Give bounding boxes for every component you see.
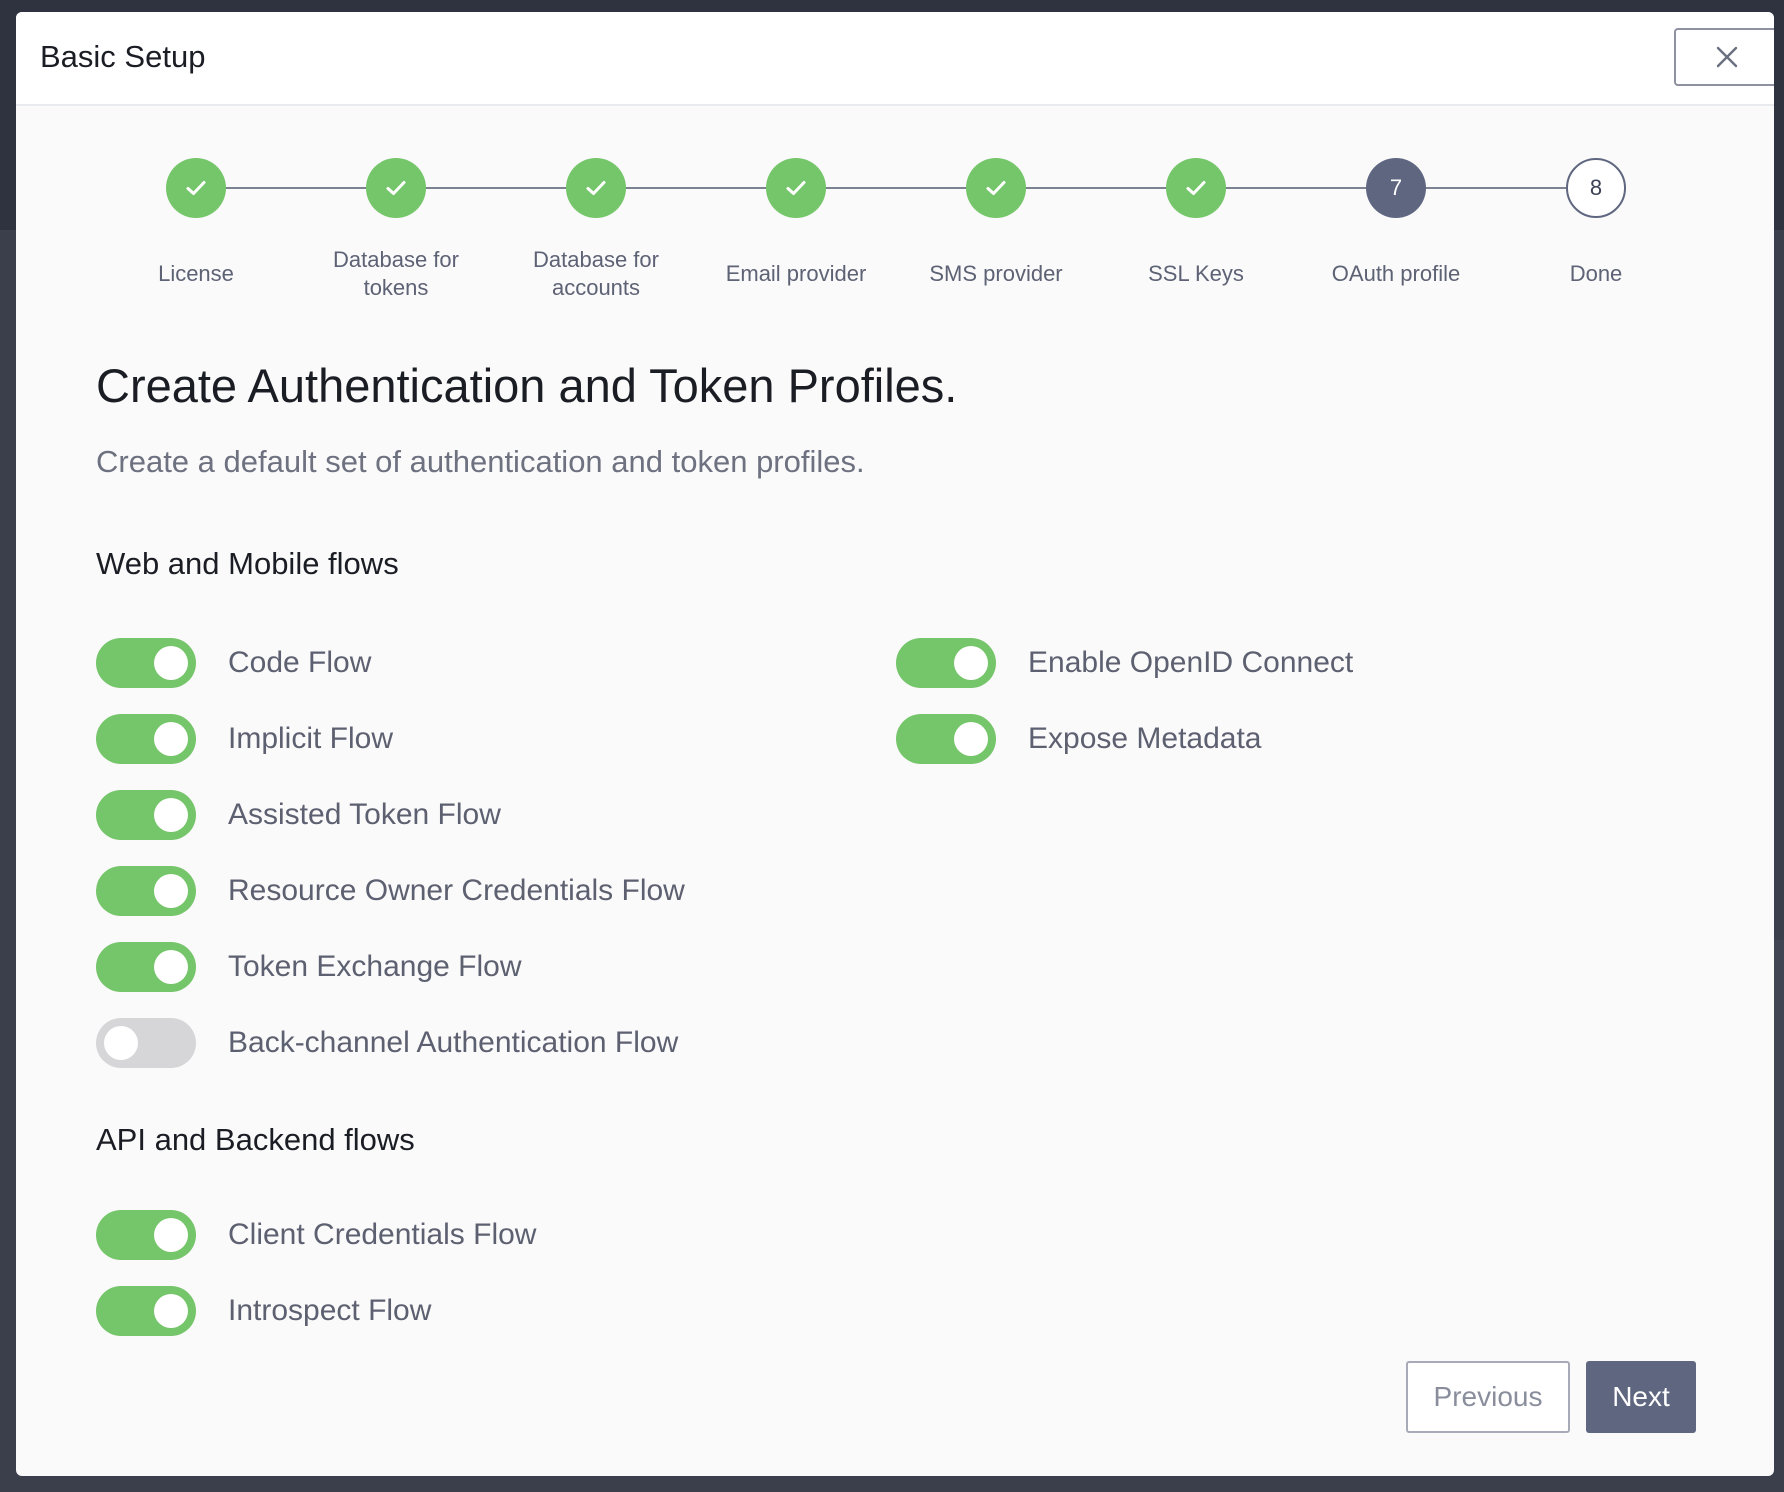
step-indicator <box>966 158 1026 218</box>
toggle-knob <box>154 798 188 832</box>
section-title-web-mobile: Web and Mobile flows <box>96 546 399 581</box>
toggle-row: Enable OpenID Connect <box>896 637 1353 689</box>
page-subtitle: Create a default set of authentication a… <box>96 444 865 479</box>
toggle-label: Implicit Flow <box>228 722 394 755</box>
toggle-switch[interactable] <box>96 866 196 916</box>
toggle-knob <box>954 722 988 756</box>
toggle-switch[interactable] <box>96 1018 196 1068</box>
toggle-switch[interactable] <box>96 1286 196 1336</box>
step-number: 7 <box>1389 175 1403 200</box>
step-item: SSL Keys <box>1096 106 1296 302</box>
step-indicator <box>566 158 626 218</box>
step-item: Email provider <box>696 106 896 302</box>
toggle-label: Assisted Token Flow <box>228 798 501 831</box>
check-icon <box>1186 181 1206 195</box>
toggle-label: Back-channel Authentication Flow <box>228 1026 679 1059</box>
step-label: Database for tokens <box>333 247 459 300</box>
toggle-knob <box>154 950 188 984</box>
toggle-switch[interactable] <box>96 638 196 688</box>
toggle-switch[interactable] <box>896 638 996 688</box>
previous-button[interactable]: Previous <box>1406 1361 1570 1433</box>
step-label: OAuth profile <box>1331 261 1461 286</box>
step-label: License <box>158 261 234 286</box>
toggle-knob <box>154 1218 188 1252</box>
step-indicator: 8 <box>1566 158 1626 218</box>
dialog-title: Basic Setup <box>40 39 206 74</box>
next-button[interactable]: Next <box>1586 1361 1696 1433</box>
toggle-knob <box>154 646 188 680</box>
toggle-switch[interactable] <box>896 714 996 764</box>
toggle-knob <box>154 722 188 756</box>
step-item: Database for tokens <box>296 106 496 302</box>
step-indicator <box>766 158 826 218</box>
check-icon <box>586 181 606 195</box>
toggle-row: Token Exchange Flow <box>96 941 522 993</box>
close-icon <box>1716 46 1738 68</box>
toggle-switch[interactable] <box>96 942 196 992</box>
page-title: Create Authentication and Token Profiles… <box>96 359 958 412</box>
step-label: Email provider <box>725 261 867 286</box>
step-indicator <box>366 158 426 218</box>
check-icon <box>386 181 406 195</box>
toggle-row: Expose Metadata <box>896 713 1261 765</box>
step-indicator <box>166 158 226 218</box>
toggle-switch[interactable] <box>96 714 196 764</box>
check-icon <box>986 181 1006 195</box>
step-item: 8 Done <box>1496 106 1696 302</box>
check-icon <box>186 181 206 195</box>
step-label: Done <box>1569 261 1623 286</box>
toggle-label: Expose Metadata <box>1028 722 1262 755</box>
toggle-row: Assisted Token Flow <box>96 789 501 841</box>
toggle-knob <box>104 1026 138 1060</box>
toggle-row: Resource Owner Credentials Flow <box>96 865 685 917</box>
toggle-knob <box>954 646 988 680</box>
toggle-switch[interactable] <box>96 1210 196 1260</box>
toggle-label: Enable OpenID Connect <box>1028 646 1354 679</box>
toggle-label: Resource Owner Credentials Flow <box>228 874 685 907</box>
step-item: 7 OAuth profile <box>1296 106 1496 302</box>
step-item: License <box>96 106 296 302</box>
dialog-header: Basic Setup <box>16 12 1774 106</box>
step-label: SMS provider <box>929 261 1063 286</box>
check-icon <box>786 181 806 195</box>
step-label: SSL Keys <box>1148 261 1244 286</box>
toggle-knob <box>154 1294 188 1328</box>
toggle-row: Introspect Flow <box>96 1285 431 1337</box>
step-number: 8 <box>1589 175 1603 200</box>
section-title-api-backend: API and Backend flows <box>96 1122 415 1157</box>
step-indicator <box>1166 158 1226 218</box>
step-item: Database for accounts <box>496 106 696 302</box>
step-label: Database for accounts <box>533 247 659 300</box>
toggle-row: Code Flow <box>96 637 371 689</box>
toggle-label: Token Exchange Flow <box>228 950 522 983</box>
step-item: SMS provider <box>896 106 1096 302</box>
toggle-row: Implicit Flow <box>96 713 393 765</box>
toggle-row: Back-channel Authentication Flow <box>96 1017 678 1069</box>
wizard-stepper: License Database for tokens Database for a… <box>16 106 1774 306</box>
toggle-label: Code Flow <box>228 646 372 679</box>
toggle-label: Introspect Flow <box>228 1294 432 1327</box>
toggle-switch[interactable] <box>96 790 196 840</box>
toggle-knob <box>154 874 188 908</box>
toggle-label: Client Credentials Flow <box>228 1218 537 1251</box>
step-indicator: 7 <box>1366 158 1426 218</box>
setup-dialog: Basic Setup License Database for tokens Da… <box>16 12 1774 1476</box>
toggle-row: Client Credentials Flow <box>96 1209 536 1261</box>
close-button[interactable] <box>1674 28 1774 86</box>
